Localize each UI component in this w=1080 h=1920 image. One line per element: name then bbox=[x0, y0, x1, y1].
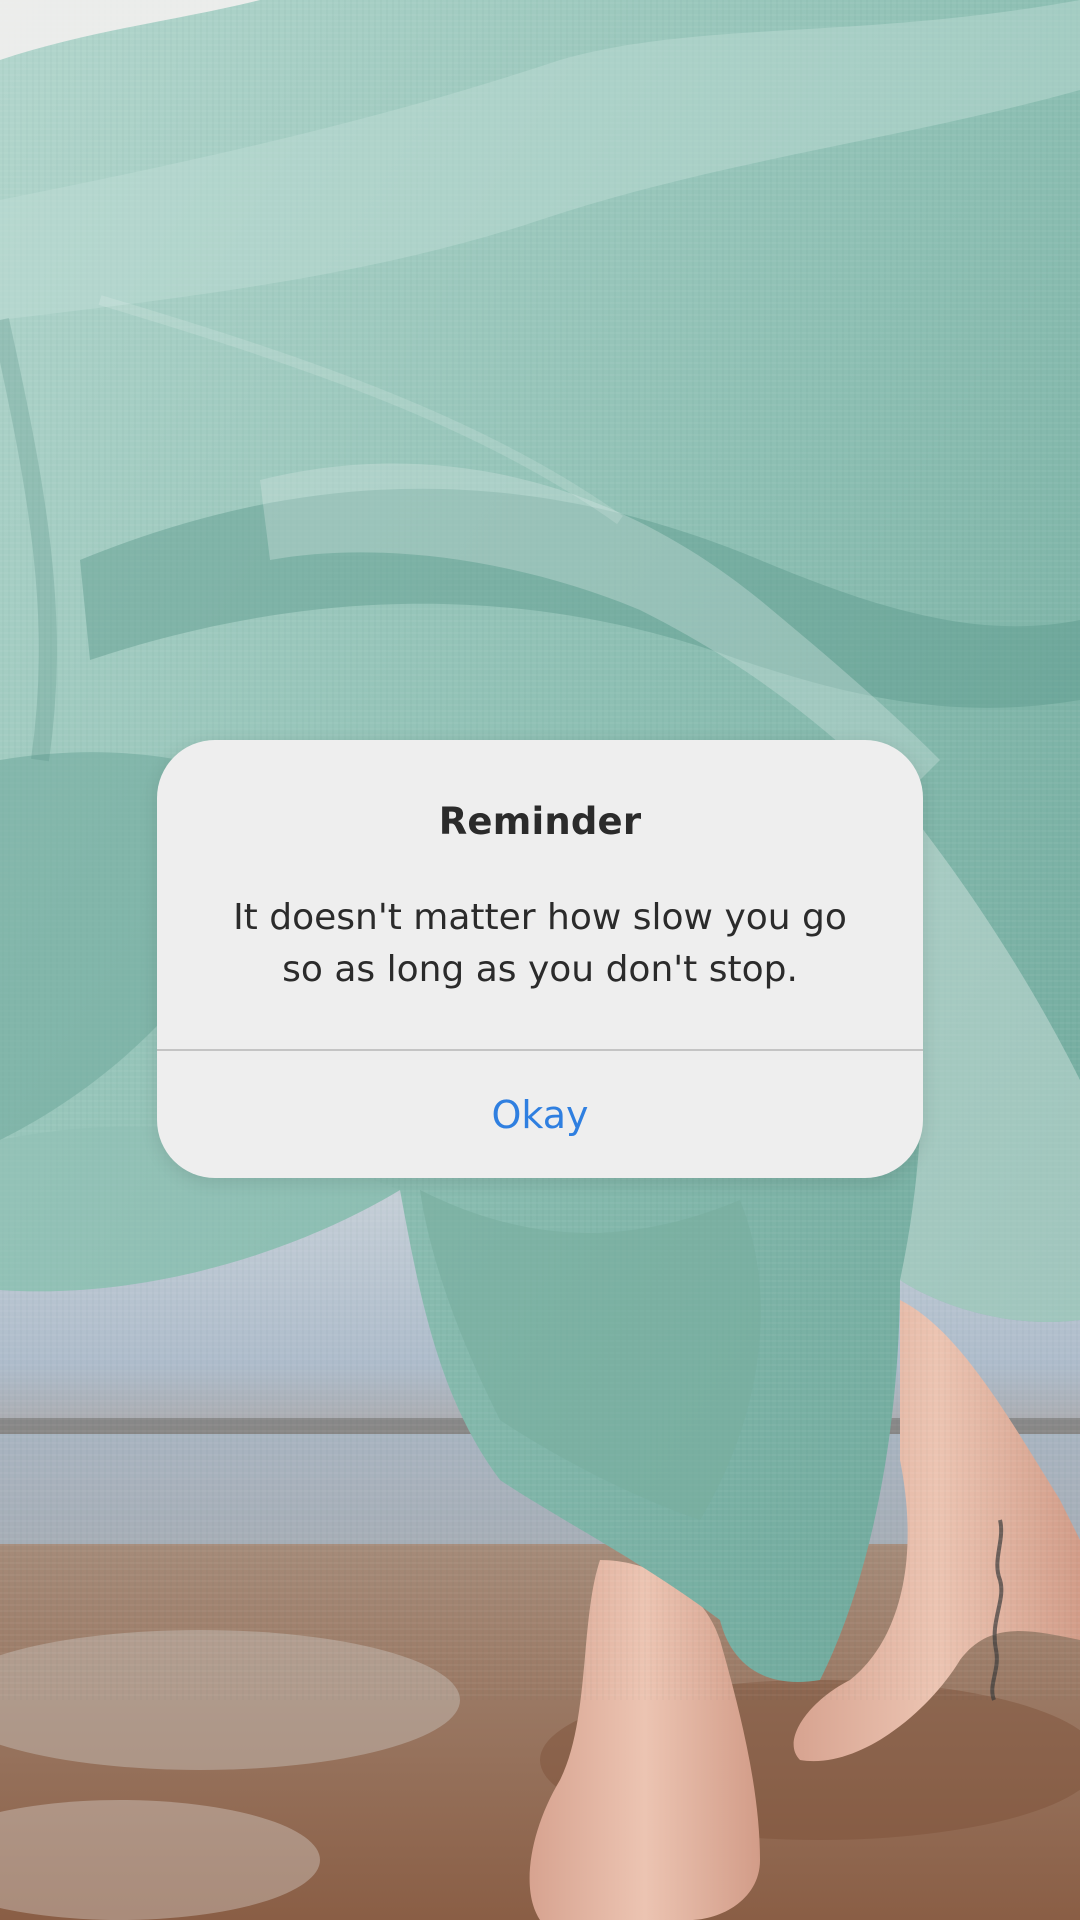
dialog-title: Reminder bbox=[438, 800, 642, 843]
dialog-message: It doesn't matter how slow you go so as … bbox=[197, 892, 883, 996]
reminder-dialog: Reminder It doesn't matter how slow you … bbox=[157, 740, 923, 1178]
okay-button[interactable]: Okay bbox=[157, 1051, 923, 1178]
dialog-message-line-1: It doesn't matter how slow you go bbox=[233, 897, 847, 938]
screen: Reminder It doesn't matter how slow you … bbox=[0, 0, 1080, 1920]
dialog-message-line-2: so as long as you don't stop. bbox=[282, 949, 798, 990]
